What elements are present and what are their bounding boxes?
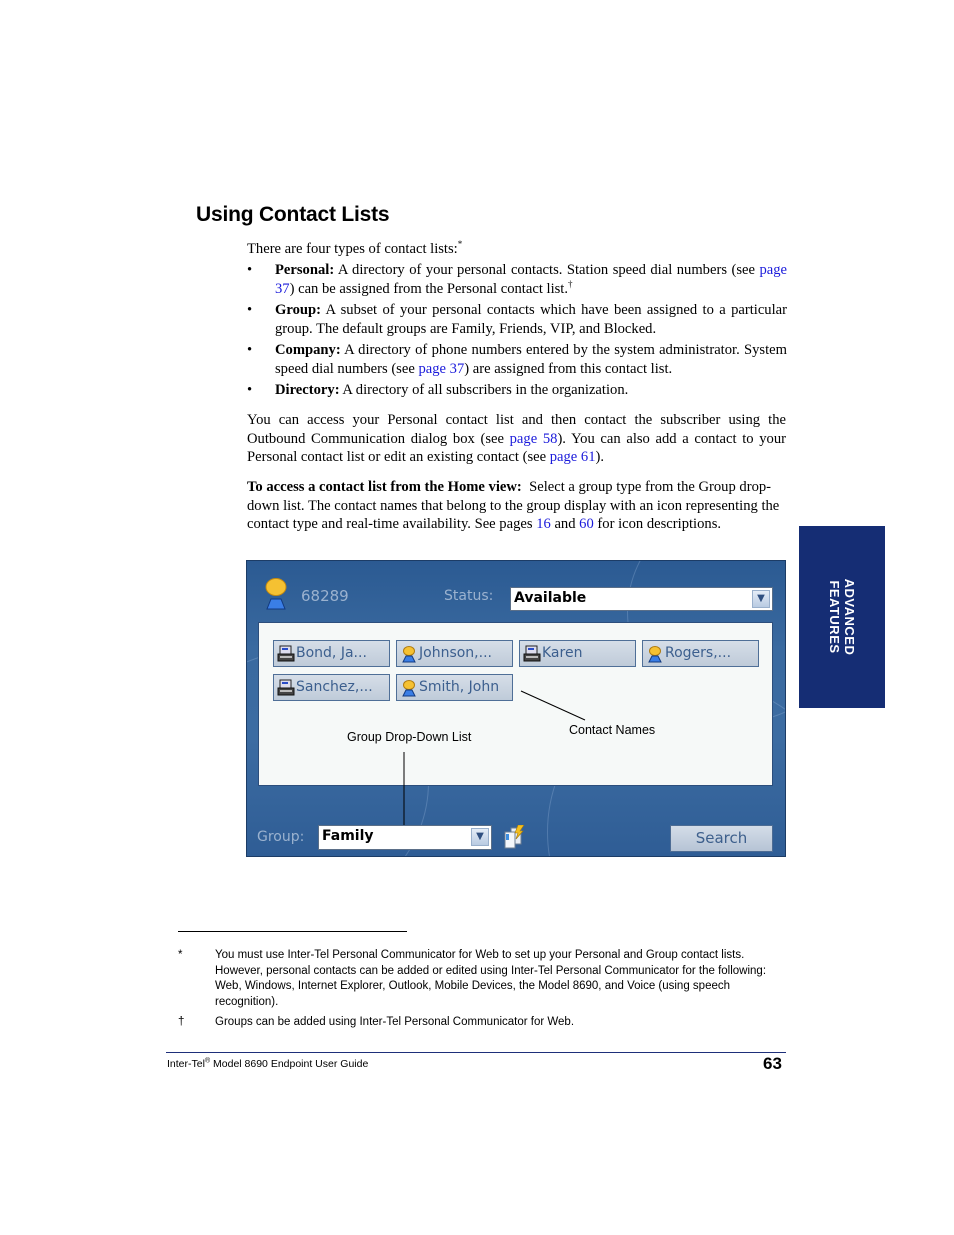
page-link[interactable]: 16: [536, 516, 551, 532]
chapter-tab-line: FEATURES: [827, 580, 842, 654]
chapter-tab[interactable]: ADVANCED FEATURES: [799, 526, 885, 708]
footer-divider: [166, 1052, 786, 1053]
para-text: and: [550, 516, 580, 532]
bullet: •: [247, 382, 253, 398]
callout-group-dropdown: Group Drop-Down List: [347, 730, 472, 744]
list-item: • Company: A directory of phone numbers e…: [247, 341, 787, 378]
guide-title: Model 8690 Endpoint User Guide: [210, 1058, 369, 1070]
footnote: * You must use Inter-Tel Personal Commun…: [178, 948, 788, 1010]
footnote-ref[interactable]: †: [568, 279, 573, 289]
sync-devices-icon[interactable]: [503, 825, 525, 849]
list-item: • Personal: A directory of your personal …: [247, 261, 787, 298]
list-item: • Directory: A directory of all subscribe…: [247, 381, 787, 400]
intro-text: There are four types of contact lists:*: [247, 240, 787, 259]
access-paragraph: You can access your Personal contact lis…: [247, 411, 786, 467]
term: Directory:: [275, 382, 340, 398]
page-link[interactable]: 60: [579, 516, 594, 532]
page-link[interactable]: page 58: [510, 431, 558, 447]
list-item: • Group: A subset of your personal contac…: [247, 301, 787, 338]
footnote: † Groups can be added using Inter-Tel Pe…: [178, 1015, 788, 1031]
chapter-tab-line: ADVANCED: [842, 578, 857, 656]
term: Personal:: [275, 262, 335, 278]
chevron-down-icon[interactable]: ▼: [471, 828, 489, 846]
item-text: ) can be assigned from the Personal cont…: [289, 280, 569, 297]
chapter-tab-label: ADVANCED FEATURES: [827, 579, 857, 656]
section-title: Using Contact Lists: [196, 203, 390, 226]
procedure-heading: To access a contact list from the Home v…: [247, 479, 522, 495]
footnote-mark: *: [178, 949, 183, 961]
item-text: A directory of all subscribers in the or…: [339, 382, 629, 398]
page-link[interactable]: page 61: [550, 449, 596, 465]
brand-name: Inter-Tel: [167, 1058, 205, 1070]
footer-title: Inter-Tel® Model 8690 Endpoint User Guid…: [167, 1058, 369, 1071]
intro-sentence: There are four types of contact lists:: [247, 241, 458, 257]
term: Group:: [275, 302, 321, 318]
footnote-text: You must use Inter-Tel Personal Communic…: [215, 949, 767, 1008]
contact-list-types: • Personal: A directory of your personal …: [247, 261, 787, 403]
term: Company:: [275, 342, 341, 358]
group-label: Group:: [257, 829, 305, 845]
item-text: ) are assigned from this contact list.: [464, 360, 673, 377]
search-button[interactable]: Search: [670, 825, 773, 852]
group-value: Family: [322, 828, 374, 844]
para-text: for icon descriptions.: [593, 516, 722, 532]
para-text: ).: [595, 449, 605, 465]
page-number: 63: [763, 1054, 782, 1073]
footnote-divider: [178, 931, 407, 932]
callout-lines: [403, 690, 586, 831]
item-text: A directory of your personal contacts. S…: [334, 262, 760, 278]
bullet: •: [247, 262, 253, 278]
footnote-mark: †: [178, 1016, 185, 1028]
item-text: A subset of your personal contacts which…: [275, 302, 787, 337]
group-dropdown[interactable]: Family ▼: [318, 825, 492, 850]
contact-names-leader: [520, 690, 586, 721]
page-link[interactable]: page 37: [418, 361, 464, 377]
procedure-paragraph: To access a contact list from the Home v…: [247, 478, 786, 534]
footnote-ref[interactable]: *: [458, 239, 463, 249]
home-view-screenshot: 68289 Status: Available ▼ Bond, Ja... Jo…: [246, 560, 786, 857]
bullet: •: [247, 342, 253, 358]
footnote-text: Groups can be added using Inter-Tel Pers…: [215, 1016, 575, 1028]
callout-contact-names: Contact Names: [569, 723, 656, 737]
bullet: •: [247, 302, 253, 318]
